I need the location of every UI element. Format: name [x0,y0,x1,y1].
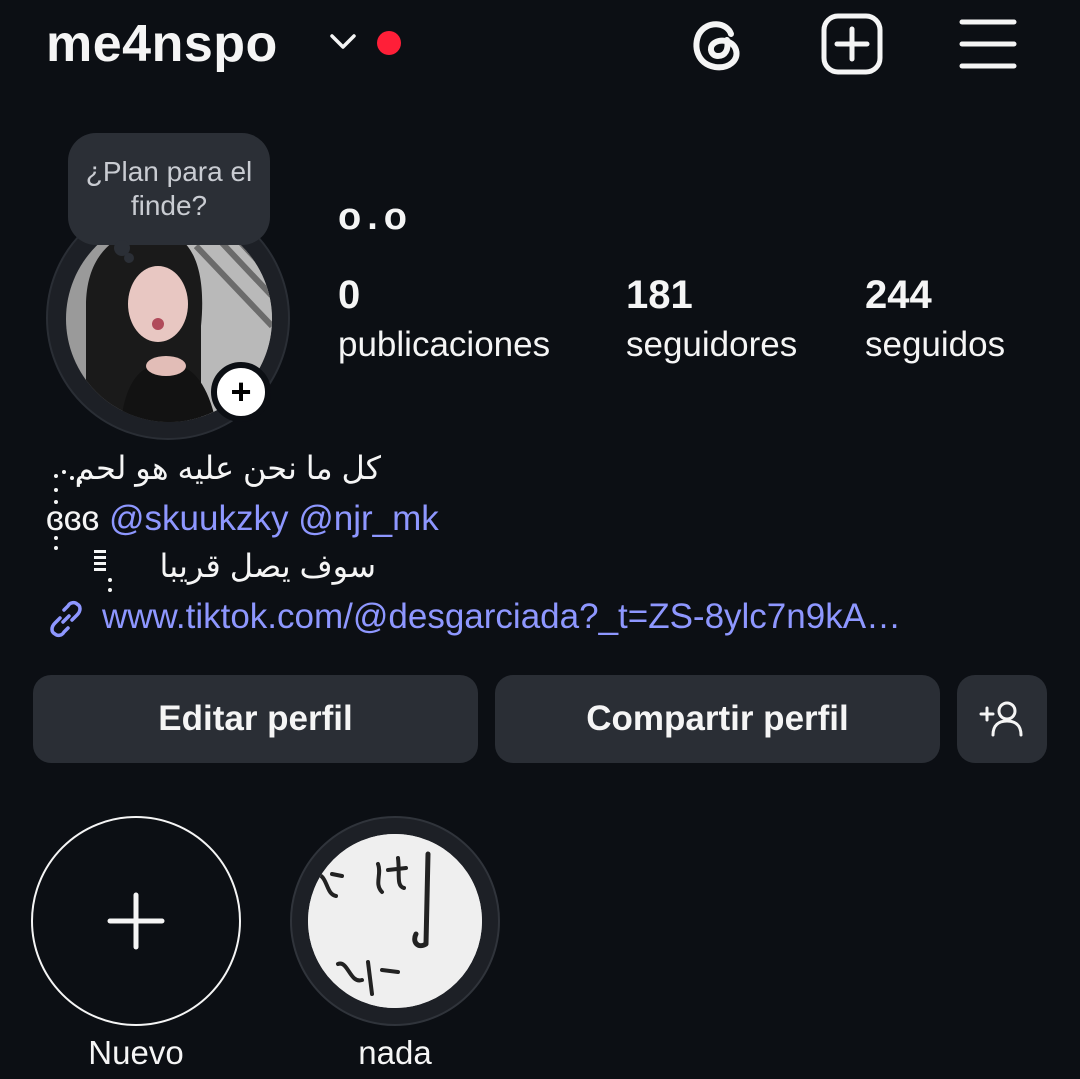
highlight-new[interactable]: Nuevo [31,816,241,1072]
bio-link-text[interactable]: www.tiktok.com/@desgarciada?_t=ZS-8ylc7n… [102,594,901,640]
followers-label: seguidores [626,325,798,364]
edit-profile-button[interactable]: Editar perfil [33,675,478,763]
followers-count: 181 [626,273,693,317]
following-label: seguidos [865,325,1006,364]
posts-label: publicaciones [338,325,551,364]
bio-mention-1[interactable]: @skuukzky [109,499,288,538]
add-story-plus-icon[interactable]: + [211,362,271,422]
highlight-label: Nuevo [88,1034,184,1071]
plus-icon [107,892,165,950]
following-count: 244 [865,273,932,317]
profile-screen: me4nspo + ¿Plan para el finde? o.o 0 pub… [0,0,1080,1079]
share-profile-button[interactable]: Compartir perfil [495,675,940,763]
threads-icon[interactable] [685,12,749,76]
notification-dot [377,31,401,55]
highlight-label: nada [358,1034,432,1071]
link-icon [50,600,82,638]
add-person-icon [979,701,1023,737]
discover-people-button[interactable] [957,675,1047,763]
chevron-down-icon[interactable] [328,30,358,54]
note-bubble[interactable]: ¿Plan para el finde? [68,133,270,245]
highlight-thumbnail [308,834,482,1008]
display-name: o.o [338,196,413,238]
stat-posts: 0 publicaciones [338,270,550,370]
username-switcher[interactable]: me4nspo [46,12,278,76]
note-bubble-tail-small [124,253,134,263]
posts-count: 0 [338,273,361,317]
highlight-new-circle[interactable] [31,816,241,1026]
add-post-icon[interactable] [820,12,884,76]
bio-decoration-icon [54,470,112,592]
highlight-nada[interactable]: nada [290,816,500,1072]
stat-following[interactable]: 244 seguidos [865,270,1005,370]
highlight-nada-circle[interactable] [290,816,500,1026]
bio-mention-2[interactable]: @njr_mk [298,499,439,538]
stat-followers[interactable]: 181 seguidores [626,270,797,370]
menu-icon[interactable] [956,12,1020,76]
